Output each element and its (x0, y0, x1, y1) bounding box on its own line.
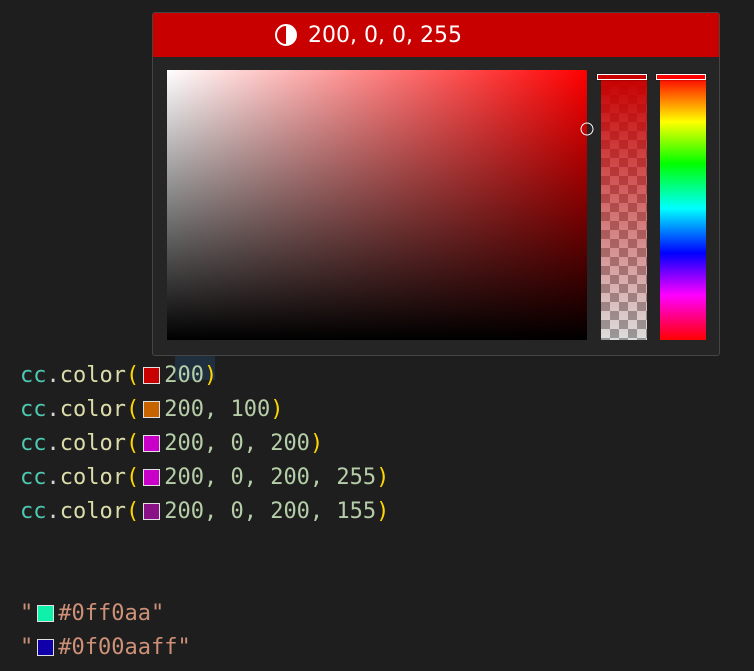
color-swatch[interactable] (143, 468, 161, 486)
saturation-brightness-panel[interactable] (167, 70, 594, 340)
color-arguments: 200, 0, 200, 255 (164, 465, 377, 490)
close-paren-token: ) (203, 363, 218, 388)
color-picker-header[interactable]: 200, 0, 0, 255 (153, 13, 719, 57)
contrast-icon (274, 23, 298, 47)
code-line[interactable]: cc. color(200) (20, 359, 389, 393)
open-paren-token: ( (125, 397, 140, 422)
close-paren-token: ) (376, 499, 390, 524)
close-paren-token: ) (270, 397, 284, 422)
color-value-text: 200, 0, 0, 255 (308, 22, 462, 48)
color-arguments: 200, 0, 200, 155 (164, 499, 377, 524)
function-name-token: color (59, 397, 126, 422)
color-arguments: 200, 100 (164, 397, 271, 422)
color-swatch[interactable] (143, 434, 161, 452)
code-line[interactable]: cc. color(200, 0, 200) (20, 427, 389, 461)
dot-token: . (46, 363, 60, 388)
dot-token: . (46, 465, 60, 490)
code-line[interactable]: cc. color(200, 0, 200, 255) (20, 461, 389, 495)
code-editor[interactable]: cc. color(200) cc. color(200, 100) cc. color(… (20, 359, 389, 529)
function-name-token: color (59, 465, 126, 490)
opacity-gradient (601, 77, 647, 340)
saturation-brightness-handle[interactable] (580, 122, 594, 136)
color-arguments: 200 (164, 363, 204, 388)
open-paren-token: ( (125, 465, 140, 490)
color-swatch[interactable] (37, 638, 55, 656)
namespace-token: cc (20, 397, 47, 422)
color-swatch[interactable] (143, 366, 161, 384)
color-picker: 200, 0, 0, 255 (152, 12, 720, 356)
dot-token: . (46, 431, 60, 456)
color-swatch[interactable] (143, 400, 161, 418)
open-paren-token: ( (125, 363, 140, 388)
code-line[interactable]: cc. color(200, 100) (20, 393, 389, 427)
string-literals[interactable]: " #0ff0aa" " #0f00aaff" (20, 597, 191, 665)
quote-token: " (20, 601, 34, 626)
function-name-token: color (59, 499, 126, 524)
close-paren-token: ) (309, 431, 324, 456)
function-name-token: color (59, 363, 126, 388)
namespace-token: cc (20, 363, 47, 388)
string-line[interactable]: " #0ff0aa" (20, 597, 191, 631)
open-paren-token: ( (125, 431, 140, 456)
namespace-token: cc (20, 431, 47, 456)
brightness-gradient (167, 70, 587, 340)
close-paren-token: ) (376, 465, 390, 490)
dot-token: . (46, 499, 60, 524)
hex-string-value: #0f00aaff" (58, 635, 191, 660)
hue-strip[interactable] (656, 74, 706, 340)
opacity-slider[interactable] (597, 74, 647, 80)
color-swatch[interactable] (37, 604, 55, 622)
hex-string-value: #0ff0aa" (58, 601, 165, 626)
namespace-token: cc (20, 465, 47, 490)
color-arguments: 200, 0, 200 (164, 431, 310, 456)
opacity-strip[interactable] (597, 74, 647, 340)
color-swatch[interactable] (143, 502, 161, 520)
open-paren-token: ( (125, 499, 140, 524)
dot-token: . (46, 397, 60, 422)
string-line[interactable]: " #0f00aaff" (20, 631, 191, 665)
code-line[interactable]: cc. color(200, 0, 200, 155) (20, 495, 389, 529)
namespace-token: cc (20, 499, 47, 524)
hue-slider[interactable] (656, 74, 706, 80)
function-name-token: color (59, 431, 126, 456)
quote-token: " (20, 635, 34, 660)
